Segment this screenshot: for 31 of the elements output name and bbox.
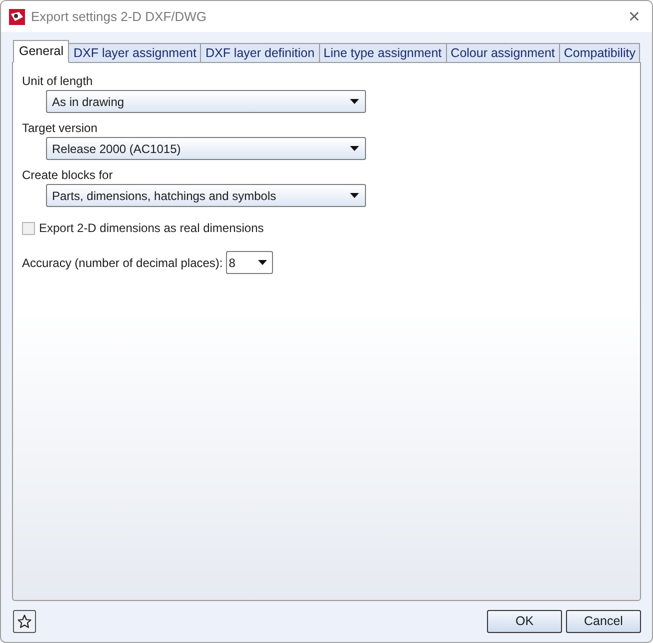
dropdown-value: 8 bbox=[228, 254, 236, 272]
favorites-button[interactable] bbox=[13, 610, 36, 633]
tab[interactable]: Line type assignment bbox=[318, 43, 447, 63]
dropdown-arrow-icon bbox=[350, 193, 359, 198]
dropdown-arrow-icon bbox=[350, 99, 359, 104]
field-label: Unit of length bbox=[22, 73, 94, 90]
app-logo-icon bbox=[9, 8, 25, 24]
dropdown-arrow-icon bbox=[258, 260, 267, 265]
tab[interactable]: DXF layer assignment bbox=[68, 43, 202, 63]
field-label: Target version bbox=[22, 120, 98, 137]
checkbox-label: Export 2-D dimensions as real dimensions bbox=[39, 220, 264, 237]
star-icon bbox=[17, 614, 32, 629]
accuracy-label: Accuracy (number of decimal places): bbox=[22, 254, 223, 272]
accuracy-dropdown[interactable]: 8 bbox=[226, 251, 273, 274]
tab[interactable]: Compatibility bbox=[558, 43, 640, 63]
close-button[interactable]: × bbox=[624, 6, 644, 26]
checkbox[interactable] bbox=[22, 222, 35, 234]
dropdown[interactable]: As in drawing bbox=[46, 90, 366, 113]
field-label: Create blocks for bbox=[22, 167, 114, 184]
dialog-button[interactable]: OK bbox=[487, 610, 562, 633]
tab[interactable]: General bbox=[13, 40, 70, 63]
dropdown[interactable]: Release 2000 (AC1015) bbox=[46, 137, 366, 160]
dialog-button[interactable]: Cancel bbox=[566, 610, 641, 633]
dropdown-value: Parts, dimensions, hatchings and symbols bbox=[52, 188, 278, 204]
dropdown-value: Release 2000 (AC1015) bbox=[52, 140, 182, 158]
dropdown-value: As in drawing bbox=[52, 94, 126, 110]
tab[interactable]: DXF layer definition bbox=[200, 43, 320, 63]
window-title: Export settings 2-D DXF/DWG bbox=[31, 8, 208, 26]
dropdown[interactable]: Parts, dimensions, hatchings and symbols bbox=[46, 184, 366, 207]
tab[interactable]: Colour assignment bbox=[446, 43, 560, 63]
dropdown-arrow-icon bbox=[350, 146, 359, 151]
